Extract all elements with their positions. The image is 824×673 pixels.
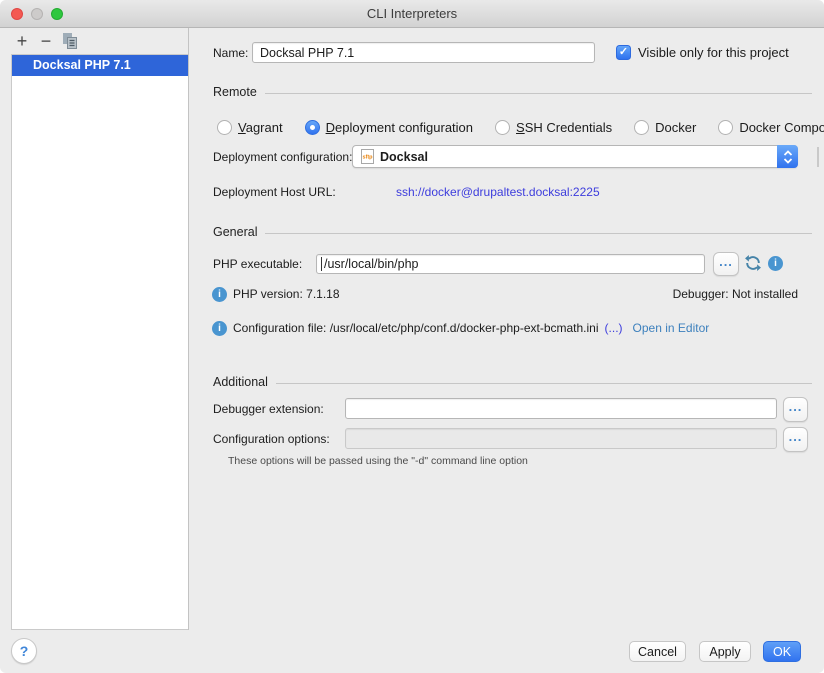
radio-vagrant[interactable]: Vagrant <box>217 120 283 135</box>
reload-phpinfo-button[interactable] <box>744 254 762 275</box>
general-section-header: General <box>213 224 812 240</box>
deployment-host-url-label: Deployment Host URL: <box>213 182 336 202</box>
section-rule <box>265 233 812 234</box>
radio-label: Docker Compose <box>739 120 824 135</box>
minus-icon: − <box>41 31 52 51</box>
name-input[interactable] <box>252 42 595 63</box>
help-button[interactable]: ? <box>11 638 37 664</box>
deployment-configuration-label: Deployment configuration: <box>213 147 352 167</box>
cli-interpreters-dialog: CLI Interpreters + − Docksal PHP 7.1 Nam… <box>0 0 824 673</box>
plus-icon: + <box>17 31 28 51</box>
radio-docker-compose[interactable]: Docker Compose <box>718 120 824 135</box>
additional-section-title: Additional <box>213 375 268 389</box>
window-title: CLI Interpreters <box>0 0 824 27</box>
info-icon: i <box>768 256 783 271</box>
ok-button[interactable]: OK <box>763 641 801 662</box>
radio-circle <box>634 120 649 135</box>
debugger-status-text: Debugger: Not installed <box>673 284 798 304</box>
php-executable-input[interactable] <box>316 254 705 274</box>
check-icon: ✓ <box>619 46 628 58</box>
options-note: These options will be passed using the "… <box>228 455 528 467</box>
zoom-button[interactable] <box>51 8 63 20</box>
question-mark-icon: ? <box>20 643 29 659</box>
info-icon: i <box>212 321 227 336</box>
radio-label: Deployment configuration <box>326 120 473 135</box>
php-version-text: PHP version: 7.1.18 <box>233 287 340 301</box>
interpreter-list <box>11 54 189 630</box>
radio-label: Vagrant <box>238 120 283 135</box>
refresh-icon <box>744 254 762 272</box>
select-stepper[interactable] <box>777 145 798 168</box>
php-executable-browse-button[interactable]: ... <box>713 252 739 276</box>
configuration-options-input <box>345 428 777 449</box>
radio-label: SSH Credentials <box>516 120 612 135</box>
close-button[interactable] <box>11 8 23 20</box>
configuration-file-row: i Configuration file: /usr/local/etc/php… <box>212 318 824 338</box>
general-section-title: General <box>213 225 257 239</box>
clipped-element-edge <box>817 147 819 167</box>
remote-section-title: Remote <box>213 85 257 99</box>
radio-ssh-credentials[interactable]: SSH Credentials <box>495 120 612 135</box>
php-executable-label: PHP executable: <box>213 254 302 274</box>
add-interpreter-button[interactable]: + <box>13 31 31 51</box>
visible-only-label[interactable]: Visible only for this project <box>638 43 789 63</box>
configuration-file-more-link[interactable]: (...) <box>605 321 623 335</box>
php-version-row: i PHP version: 7.1.18 <box>212 284 604 304</box>
section-rule <box>276 383 812 384</box>
deployment-host-url-value: ssh://docker@drupaltest.docksal:2225 <box>396 182 600 202</box>
apply-button[interactable]: Apply <box>699 641 751 662</box>
minimize-button[interactable] <box>31 8 43 20</box>
debugger-extension-input[interactable] <box>345 398 777 419</box>
remote-type-radio-group: Vagrant Deployment configuration SSH Cre… <box>217 117 824 137</box>
open-in-editor-link[interactable]: Open in Editor <box>633 321 710 335</box>
text-caret <box>321 257 322 271</box>
info-icon: i <box>212 287 227 302</box>
section-rule <box>265 93 812 94</box>
list-item-docksal-php[interactable]: Docksal PHP 7.1 <box>12 55 188 76</box>
radio-circle-selected <box>305 120 320 135</box>
configuration-options-browse-button[interactable]: ... <box>783 427 808 452</box>
chevron-up-down-icon <box>783 150 793 164</box>
sidebar-divider <box>188 28 189 630</box>
additional-section-header: Additional <box>213 374 812 390</box>
deployment-configuration-select[interactable]: sftp Docksal <box>352 145 798 168</box>
debugger-extension-label: Debugger extension: <box>213 399 324 419</box>
configuration-file-text: Configuration file: /usr/local/etc/php/c… <box>233 321 599 335</box>
radio-circle <box>718 120 733 135</box>
radio-docker[interactable]: Docker <box>634 120 696 135</box>
radio-label: Docker <box>655 120 696 135</box>
configuration-options-label: Configuration options: <box>213 429 330 449</box>
remote-section-header: Remote <box>213 84 812 100</box>
deployment-configuration-value: Docksal <box>380 150 428 164</box>
copy-interpreter-button[interactable] <box>61 32 78 53</box>
titlebar[interactable]: CLI Interpreters <box>0 0 824 28</box>
svg-text:sftp: sftp <box>362 155 373 161</box>
radio-circle <box>217 120 232 135</box>
name-label: Name: <box>213 43 248 63</box>
debugger-extension-browse-button[interactable]: ... <box>783 397 808 422</box>
visible-only-checkbox[interactable]: ✓ <box>616 45 631 60</box>
remove-interpreter-button[interactable]: − <box>37 31 55 51</box>
cancel-button[interactable]: Cancel <box>629 641 686 662</box>
radio-deployment-configuration[interactable]: Deployment configuration <box>305 120 473 135</box>
copy-icon <box>61 32 78 50</box>
radio-circle <box>495 120 510 135</box>
sftp-icon: sftp <box>361 149 374 164</box>
